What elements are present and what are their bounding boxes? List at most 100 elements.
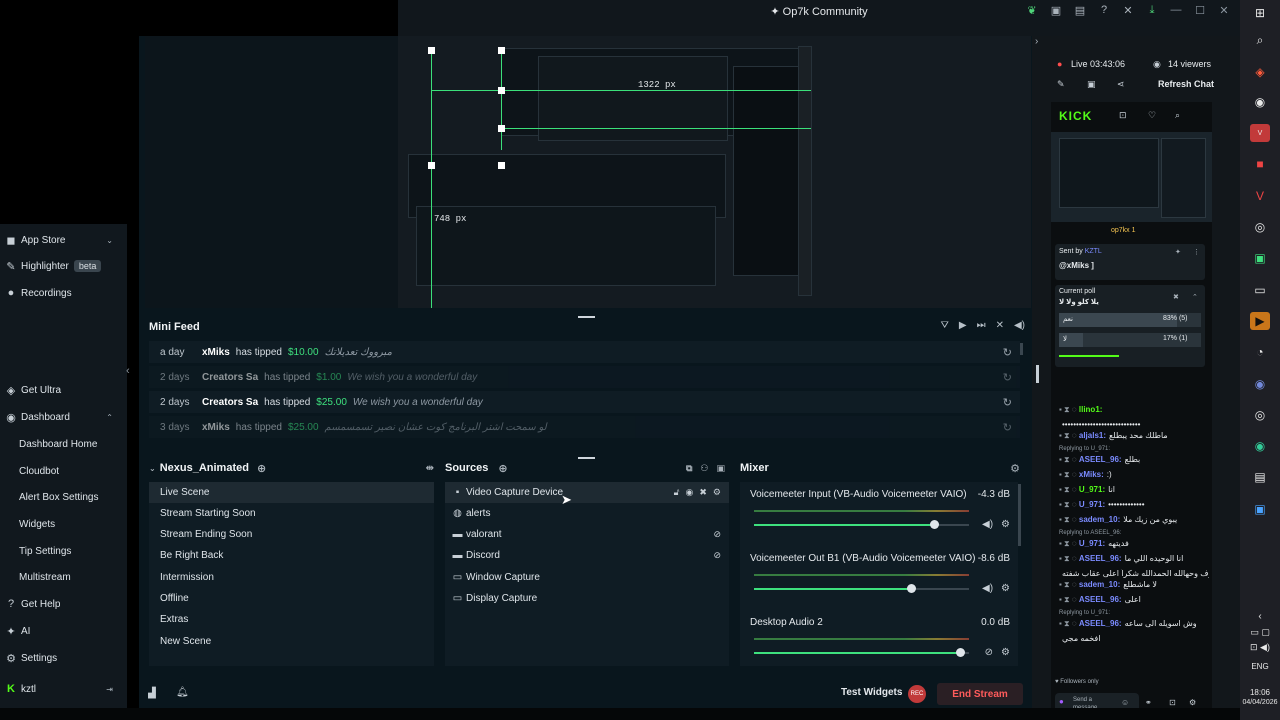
scene-item[interactable]: Be Right Back bbox=[149, 545, 434, 566]
discord-icon[interactable]: ◉ bbox=[1250, 375, 1270, 393]
feed-scrollbar[interactable] bbox=[1020, 343, 1023, 355]
scene-item[interactable]: Offline bbox=[149, 588, 434, 609]
source-layers-icon[interactable]: ⧉ bbox=[686, 463, 692, 474]
app-icon[interactable]: ■ bbox=[1250, 155, 1270, 173]
nav-tip-settings[interactable]: Tip Settings bbox=[0, 540, 125, 562]
muted-icon[interactable]: ⊘ bbox=[985, 647, 993, 658]
chat-username[interactable]: sadem_10: bbox=[1079, 580, 1120, 589]
gear-icon[interactable]: ⚙ bbox=[1001, 647, 1010, 658]
test-widgets-button[interactable]: Test Widgets bbox=[841, 687, 902, 698]
preview-canvas[interactable]: 1322 px 748 px bbox=[398, 36, 1031, 308]
scene-item[interactable]: Extras bbox=[149, 609, 434, 630]
nav-cloudbot[interactable]: Cloudbot bbox=[0, 460, 125, 482]
app-icon[interactable]: ▣ bbox=[1250, 500, 1270, 518]
volume-icon[interactable]: ⊡ ◀) bbox=[1240, 642, 1280, 653]
points-icon[interactable]: ⚭ bbox=[1145, 698, 1152, 707]
nav-highlighter[interactable]: ✎ Highlighter beta bbox=[0, 255, 125, 277]
chat-username[interactable]: sadem_10: bbox=[1079, 515, 1120, 524]
chat-username[interactable]: ASEEL_96: bbox=[1079, 455, 1122, 464]
scene-item[interactable]: Live Scene bbox=[149, 482, 434, 503]
add-scene-icon[interactable]: ⊕ bbox=[257, 462, 266, 475]
search-icon[interactable]: ⌕ bbox=[1250, 31, 1270, 49]
chat-scrollbar[interactable] bbox=[1036, 365, 1039, 383]
gift-icon[interactable]: ⊡ bbox=[1119, 110, 1127, 121]
chat-username[interactable]: ASEEL_96: bbox=[1079, 595, 1122, 604]
studio-mode-icon[interactable]: ▣ bbox=[1048, 3, 1064, 17]
gear-icon[interactable]: ⚙ bbox=[713, 487, 721, 498]
mute-icon[interactable]: ◀) bbox=[982, 519, 993, 530]
layout-icon[interactable]: ▤ bbox=[1072, 3, 1088, 17]
kick-app-icon[interactable]: ▶ bbox=[1250, 312, 1270, 330]
mic-icon[interactable]: ● bbox=[1059, 697, 1064, 706]
source-item[interactable]: ▭ Display Capture bbox=[445, 588, 729, 609]
collapse-chat-icon[interactable]: › bbox=[1035, 36, 1038, 47]
nav-get-help[interactable]: ? Get Help bbox=[0, 593, 125, 615]
scene-item[interactable]: Stream Starting Soon bbox=[149, 503, 434, 524]
volume-slider[interactable] bbox=[754, 584, 969, 593]
scene-transition-icon[interactable]: ⇹ bbox=[426, 463, 434, 474]
tray-icons[interactable]: ▭ ▢ bbox=[1240, 627, 1280, 638]
heart-icon[interactable]: ♡ bbox=[1148, 110, 1156, 121]
chevron-up-icon[interactable]: ⌃ bbox=[1192, 293, 1198, 301]
nav-widgets[interactable]: Widgets bbox=[0, 513, 125, 535]
leaf-icon[interactable]: ❦ bbox=[1024, 3, 1040, 17]
search-icon[interactable]: ⌕ bbox=[1175, 110, 1180, 121]
app-icon[interactable]: ▤ bbox=[1250, 468, 1270, 486]
chat-username[interactable]: U_971: bbox=[1079, 500, 1105, 509]
chevron-down-icon[interactable]: ⌄ bbox=[106, 236, 113, 245]
nav-recordings[interactable]: ● Recordings bbox=[0, 282, 125, 304]
chat-settings-icon[interactable]: ⚙ bbox=[1189, 698, 1196, 707]
scene-item[interactable]: Intermission bbox=[149, 567, 434, 588]
valorant-icon[interactable]: V bbox=[1250, 187, 1270, 205]
brave-icon[interactable]: ◈ bbox=[1250, 63, 1270, 81]
nav-multistream[interactable]: Multistream bbox=[0, 566, 125, 588]
replay-icon[interactable]: ↻ bbox=[1003, 396, 1012, 409]
gear-icon[interactable]: ⚙ bbox=[1001, 519, 1010, 530]
source-item[interactable]: ◍ alerts bbox=[445, 503, 729, 524]
nav-alert-box-settings[interactable]: Alert Box Settings bbox=[0, 486, 125, 508]
scene-item[interactable]: New Scene bbox=[149, 631, 434, 652]
nav-ai[interactable]: ✦ AI bbox=[0, 620, 125, 642]
mute-icon[interactable]: ◀) bbox=[982, 583, 993, 594]
mixer-scrollbar[interactable] bbox=[1018, 484, 1021, 546]
nav-dashboard-home[interactable]: Dashboard Home bbox=[0, 433, 125, 455]
skip-icon[interactable]: ⏭ bbox=[977, 320, 986, 331]
performance-icon[interactable]: ▟ bbox=[148, 688, 156, 699]
windows-start-icon[interactable]: ⊞ bbox=[1250, 4, 1270, 22]
language-indicator[interactable]: ENG bbox=[1240, 662, 1280, 671]
resize-handle[interactable] bbox=[578, 457, 595, 459]
nav-account[interactable]: Kkztl ⇥ bbox=[0, 678, 125, 700]
share-icon[interactable]: ⋖ bbox=[1117, 79, 1125, 90]
replay-icon[interactable]: ↻ bbox=[1003, 371, 1012, 384]
record-button[interactable]: REC bbox=[908, 685, 926, 703]
source-item[interactable]: ▪ Video Capture Device 🔓︎ ◉ ✖ ⚙ bbox=[445, 482, 729, 503]
chat-username[interactable]: U_971: bbox=[1079, 485, 1105, 494]
chat-username[interactable]: xMiks: bbox=[1079, 470, 1104, 479]
clock-time[interactable]: 18:06 bbox=[1240, 688, 1280, 697]
mixer-settings-icon[interactable]: ⚙ bbox=[1010, 462, 1020, 475]
obs-icon[interactable]: ◎ bbox=[1250, 218, 1270, 236]
chat-username[interactable]: U_971: bbox=[1079, 539, 1105, 548]
notifications-icon[interactable]: 🔔︎ bbox=[176, 687, 189, 698]
delete-icon[interactable]: ✖ bbox=[699, 487, 707, 498]
tray-chevron-icon[interactable]: ‹ bbox=[1240, 611, 1280, 622]
pin-icon[interactable]: ✦ bbox=[1175, 248, 1181, 256]
collapse-nav-icon[interactable]: ‹ bbox=[126, 365, 130, 377]
clock-date[interactable]: 04/04/2026 bbox=[1240, 699, 1280, 706]
group-icon[interactable]: ⚇ bbox=[700, 463, 708, 474]
gift-icon[interactable]: ⊡ bbox=[1169, 698, 1176, 707]
steam-icon[interactable]: ◎ bbox=[1250, 406, 1270, 424]
hidden-icon[interactable]: ⊘ bbox=[713, 529, 721, 540]
mute-alerts-icon[interactable]: ✕ bbox=[996, 320, 1004, 331]
replay-icon[interactable]: ↻ bbox=[1003, 421, 1012, 434]
refresh-chat-button[interactable]: Refresh Chat bbox=[1158, 79, 1214, 89]
source-item[interactable]: ▭ Window Capture bbox=[445, 567, 729, 588]
popout-icon[interactable]: ▣ bbox=[1087, 79, 1096, 90]
resize-handle[interactable] bbox=[578, 316, 595, 318]
delete-icon[interactable]: ✖ bbox=[1173, 293, 1179, 301]
end-stream-button[interactable]: End Stream bbox=[937, 683, 1023, 705]
visibility-icon[interactable]: ◉ bbox=[686, 487, 694, 498]
replay-icon[interactable]: ↻ bbox=[1003, 346, 1012, 359]
tools-icon[interactable]: ✕ bbox=[1120, 3, 1136, 17]
source-item[interactable]: ▬ Discord ⊘ bbox=[445, 545, 729, 566]
